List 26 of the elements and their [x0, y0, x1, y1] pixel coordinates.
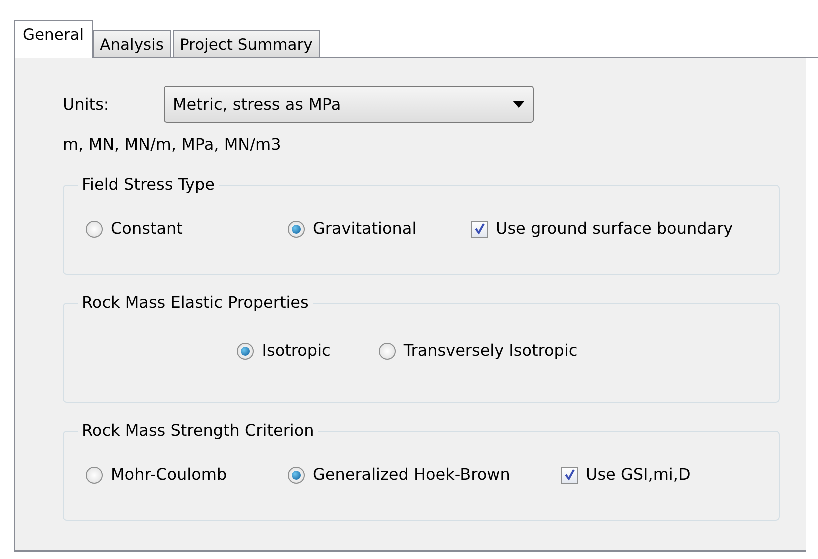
- group-title: Rock Mass Elastic Properties: [81, 295, 310, 311]
- checkbox[interactable]: [471, 220, 488, 238]
- tab[interactable]: Project Summary: [172, 30, 320, 57]
- units-description: m, MN, MN/m, MPa, MN/m3: [63, 134, 282, 156]
- radio-button[interactable]: [86, 220, 103, 238]
- option-label: Transversely Isotropic: [404, 340, 578, 362]
- radio-button[interactable]: [288, 466, 305, 484]
- radio-button[interactable]: [86, 466, 103, 484]
- option-label: Gravitational: [313, 218, 417, 240]
- tab[interactable]: General: [14, 20, 94, 58]
- group-title: Field Stress Type: [81, 177, 216, 193]
- option-label: Constant: [111, 218, 183, 240]
- radio-button[interactable]: [237, 342, 254, 360]
- option-label: Use ground surface boundary: [496, 218, 734, 240]
- group-title: Rock Mass Strength Criterion: [81, 423, 316, 439]
- units-label: Units:: [63, 94, 110, 116]
- checkbox[interactable]: [561, 466, 578, 484]
- option-label: Isotropic: [262, 340, 331, 362]
- units-dropdown[interactable]: Metric, stress as MPa: [164, 86, 534, 123]
- option-label: Generalized Hoek-Brown: [313, 464, 510, 486]
- option-label: Use GSI,mi,D: [586, 464, 691, 486]
- tab[interactable]: Analysis: [93, 30, 171, 57]
- radio-button[interactable]: [288, 220, 305, 238]
- option-label: Mohr-Coulomb: [111, 464, 228, 486]
- caret-icon: [513, 101, 525, 108]
- radio-button[interactable]: [378, 342, 396, 360]
